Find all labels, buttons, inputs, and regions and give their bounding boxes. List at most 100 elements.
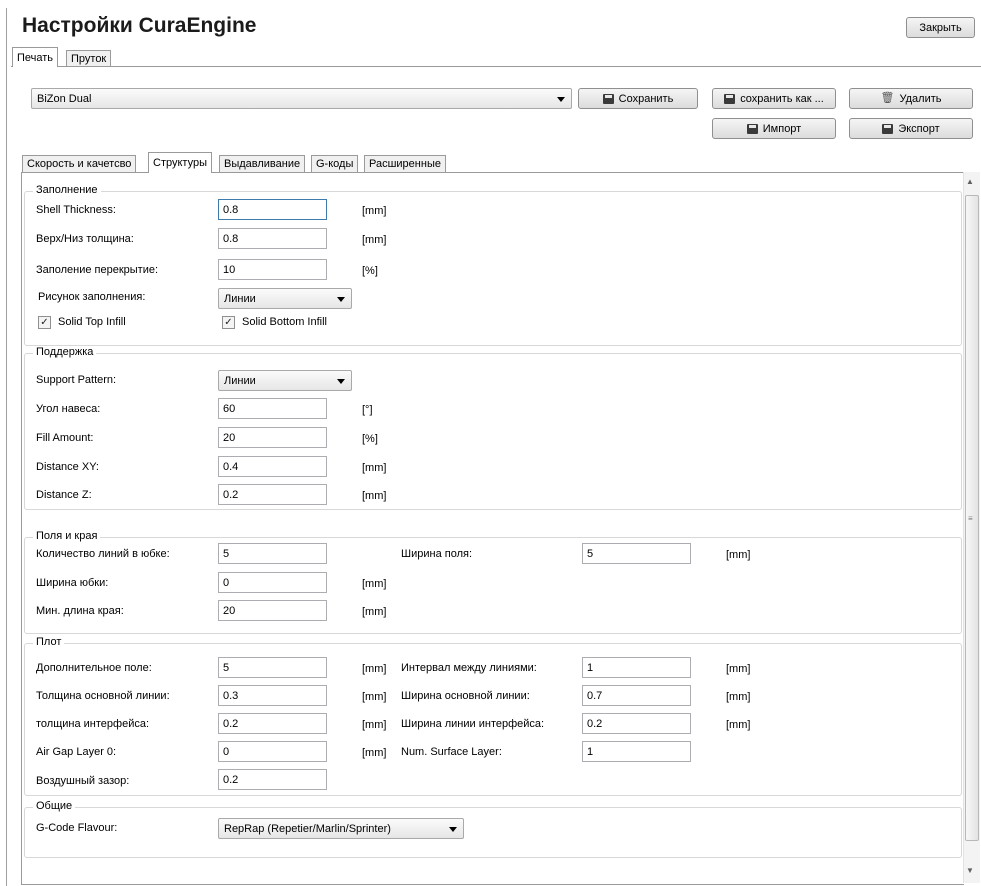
interface-width-unit: [mm]: [726, 719, 751, 731]
distance-xy-input[interactable]: 0.4: [218, 456, 327, 477]
infill-overlap-unit: [%]: [362, 265, 378, 277]
air-gap-label: Воздушный зазор:: [36, 775, 130, 787]
chevron-down-icon: [337, 379, 345, 384]
floppy-disk-icon: [724, 93, 736, 104]
support-group-title: Поддержка: [33, 346, 97, 358]
delete-button[interactable]: 🗑 Удалить: [849, 88, 973, 109]
tab-print[interactable]: Печать: [12, 47, 59, 67]
raft-group-title: Плот: [33, 636, 65, 648]
fill-amount-label: Fill Amount:: [36, 432, 94, 444]
export-button-label: Экспорт: [898, 122, 940, 135]
base-thickness-unit: [mm]: [362, 691, 387, 703]
gcode-flavour-select[interactable]: RepRap (Repetier/Marlin/Sprinter): [218, 818, 464, 839]
tab-filament[interactable]: Пруток: [66, 50, 112, 66]
infill-overlap-input[interactable]: 10: [218, 259, 327, 280]
support-pattern-value: Линии: [224, 374, 256, 387]
tab-speed-quality[interactable]: Скорость и качетсво: [22, 155, 137, 172]
line-spacing-label: Интервал между линиями:: [401, 662, 537, 674]
base-width-unit: [mm]: [726, 691, 751, 703]
support-group: [24, 353, 962, 510]
min-edge-length-input[interactable]: 20: [218, 600, 327, 621]
shell-thickness-label: Shell Thickness:: [36, 204, 116, 216]
interface-width-label: Ширина линии интерфейса:: [401, 718, 545, 730]
interface-width-input[interactable]: 0.2: [582, 713, 691, 734]
distance-z-label: Distance Z:: [36, 489, 92, 501]
top-tabs-rule: [11, 66, 981, 67]
solid-bottom-infill-label: Solid Bottom Infill: [242, 316, 327, 328]
fill-amount-unit: [%]: [362, 433, 378, 445]
overhang-angle-unit: [°]: [362, 404, 373, 416]
skirt-lines-label: Количество линий в юбке:: [36, 548, 170, 560]
line-spacing-input[interactable]: 1: [582, 657, 691, 678]
export-button[interactable]: Экспорт: [849, 118, 973, 139]
scrollbar-grip-icon: ≡: [968, 514, 973, 523]
overhang-angle-label: Угол навеса:: [36, 403, 101, 415]
solid-top-infill-label: Solid Top Infill: [58, 316, 126, 328]
solid-top-infill-checkbox[interactable]: ✓: [38, 316, 51, 329]
delete-button-label: Удалить: [899, 92, 942, 105]
window-title: Настройки CuraEngine: [22, 14, 257, 37]
extra-margin-input[interactable]: 5: [218, 657, 327, 678]
tab-structures[interactable]: Структуры: [148, 152, 212, 173]
base-width-input[interactable]: 0.7: [582, 685, 691, 706]
save-as-button[interactable]: сохранить как ...: [712, 88, 836, 109]
profile-select[interactable]: BiZon Dual: [31, 88, 572, 109]
distance-xy-label: Distance XY:: [36, 461, 99, 473]
floppy-disk-icon: [602, 93, 614, 104]
infill-pattern-label: Рисунок заполнения:: [38, 291, 146, 303]
surface-layers-input[interactable]: 1: [582, 741, 691, 762]
solid-bottom-infill-checkbox[interactable]: ✓: [222, 316, 235, 329]
infill-group-title: Заполнение: [33, 184, 101, 196]
skirt-width-input[interactable]: 0: [218, 572, 327, 593]
infill-pattern-select[interactable]: Линии: [218, 288, 352, 309]
tab-advanced[interactable]: Расширенные: [364, 155, 446, 172]
shell-thickness-input[interactable]: 0.8: [218, 199, 327, 220]
infill-pattern-value: Линии: [224, 292, 256, 305]
general-group: [24, 807, 962, 858]
tab-gcodes[interactable]: G-коды: [311, 155, 359, 172]
general-group-title: Общие: [33, 800, 76, 812]
floppy-disk-icon: [746, 123, 758, 134]
scroll-down-arrow-icon[interactable]: ▼: [966, 866, 974, 875]
base-thickness-input[interactable]: 0.3: [218, 685, 327, 706]
support-pattern-select[interactable]: Линии: [218, 370, 352, 391]
brim-width-input[interactable]: 5: [582, 543, 691, 564]
brim-width-unit: [mm]: [726, 549, 751, 561]
distance-xy-unit: [mm]: [362, 462, 387, 474]
extra-margin-label: Дополнительное поле:: [36, 662, 152, 674]
min-edge-length-unit: [mm]: [362, 606, 387, 618]
infill-group: [24, 191, 962, 346]
window-left-border: [6, 8, 7, 886]
top-bottom-thickness-unit: [mm]: [362, 234, 387, 246]
interface-thickness-input[interactable]: 0.2: [218, 713, 327, 734]
import-button[interactable]: Импорт: [712, 118, 836, 139]
base-thickness-label: Толщина основной линии:: [36, 690, 170, 702]
line-spacing-unit: [mm]: [726, 663, 751, 675]
distance-z-input[interactable]: 0.2: [218, 484, 327, 505]
interface-thickness-label: толщина интерфейса:: [36, 718, 150, 730]
shell-thickness-unit: [mm]: [362, 205, 387, 217]
air-gap-layer0-unit: [mm]: [362, 747, 387, 759]
gcode-flavour-value: RepRap (Repetier/Marlin/Sprinter): [224, 822, 391, 835]
interface-thickness-unit: [mm]: [362, 719, 387, 731]
floppy-disk-icon: [882, 123, 894, 134]
air-gap-layer0-input[interactable]: 0: [218, 741, 327, 762]
tab-extrusion[interactable]: Выдавливание: [219, 155, 306, 172]
gcode-flavour-label: G-Code Flavour:: [36, 822, 118, 834]
support-pattern-label: Support Pattern:: [36, 374, 117, 386]
air-gap-input[interactable]: 0.2: [218, 769, 327, 790]
brim-width-label: Ширина поля:: [401, 548, 473, 560]
surface-layers-label: Num. Surface Layer:: [401, 746, 502, 758]
skirt-lines-input[interactable]: 5: [218, 543, 327, 564]
chevron-down-icon: [557, 97, 565, 102]
skirt-width-label: Ширина юбки:: [36, 577, 109, 589]
top-bottom-thickness-input[interactable]: 0.8: [218, 228, 327, 249]
fill-amount-input[interactable]: 20: [218, 427, 327, 448]
chevron-down-icon: [337, 297, 345, 302]
overhang-angle-input[interactable]: 60: [218, 398, 327, 419]
save-as-button-label: сохранить как ...: [740, 92, 824, 105]
save-button[interactable]: Сохранить: [578, 88, 698, 109]
close-button[interactable]: Закрыть: [906, 17, 975, 38]
scroll-up-arrow-icon[interactable]: ▲: [966, 177, 974, 186]
min-edge-length-label: Мин. длина края:: [36, 605, 124, 617]
